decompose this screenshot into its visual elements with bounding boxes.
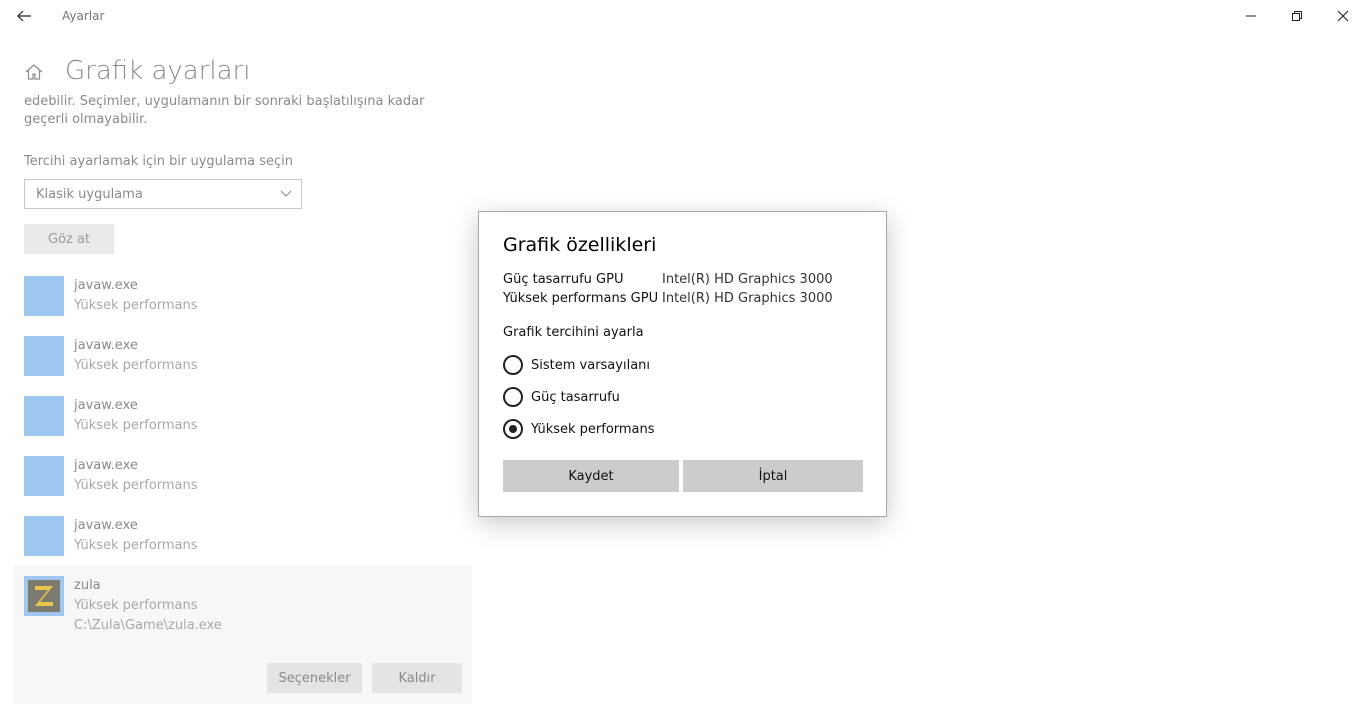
selected-list-item[interactable]: zula Yüksek performans C:\Zula\Game\zula… [14, 566, 472, 704]
list-item[interactable]: javaw.exe Yüksek performans [14, 506, 472, 566]
power-saving-gpu-row: Güç tasarrufu GPU Intel(R) HD Graphics 30… [503, 272, 833, 287]
app-name: zula [74, 578, 101, 593]
app-preference: Yüksek performans [74, 538, 198, 553]
options-button[interactable]: Seçenekler [267, 663, 362, 693]
dropdown-value: Klasik uygulama [36, 187, 143, 202]
cancel-button[interactable]: İptal [683, 460, 863, 492]
app-icon [24, 396, 64, 436]
high-perf-gpu-label: Yüksek performans GPU [503, 291, 659, 306]
graphics-preference-label: Grafik tercihini ayarla [503, 325, 644, 340]
graphics-settings-page: Grafik ayarları edebilir. Seçimler, uygu… [0, 32, 480, 728]
dialog-title: Grafik özellikleri [503, 234, 657, 256]
high-perf-gpu-value: Intel(R) HD Graphics 3000 [662, 291, 833, 306]
restore-icon [1292, 11, 1302, 21]
radio-high-performance[interactable]: Yüksek performans [503, 418, 655, 440]
radio-button-selected[interactable] [503, 419, 523, 439]
radio-label: Güç tasarrufu [531, 389, 620, 405]
radio-system-default[interactable]: Sistem varsayılanı [503, 354, 650, 376]
radio-button[interactable] [503, 355, 523, 375]
minimize-icon [1246, 15, 1256, 17]
app-icon [24, 276, 64, 316]
page-title: Grafik ayarları [65, 56, 251, 86]
minimize-button[interactable] [1228, 0, 1274, 32]
list-item[interactable]: javaw.exe Yüksek performans [14, 326, 472, 386]
browse-button[interactable]: Göz at [24, 224, 114, 254]
power-saving-gpu-value: Intel(R) HD Graphics 3000 [662, 272, 833, 287]
window-title: Ayarlar [62, 9, 105, 23]
app-name: javaw.exe [74, 518, 138, 533]
high-perf-gpu-row: Yüksek performans GPU Intel(R) HD Graphic… [503, 291, 833, 306]
app-list: javaw.exe Yüksek performans javaw.exe Yü… [14, 266, 472, 704]
graphics-properties-dialog: Grafik özellikleri Güç tasarrufu GPU Inte… [478, 211, 887, 517]
arrow-left-icon [17, 10, 31, 22]
radio-power-saving[interactable]: Güç tasarrufu [503, 386, 620, 408]
radio-label: Yüksek performans [531, 421, 655, 437]
page-description: edebilir. Seçimler, uygulamanın bir sonr… [24, 94, 425, 127]
back-button[interactable] [8, 0, 40, 32]
app-preference: Yüksek performans [74, 418, 198, 433]
app-picker-label: Tercihi ayarlamak için bir uygulama seçi… [24, 154, 293, 169]
app-name: javaw.exe [74, 278, 138, 293]
radio-button[interactable] [503, 387, 523, 407]
close-button[interactable] [1320, 0, 1366, 32]
app-name: javaw.exe [74, 338, 138, 353]
app-icon [24, 336, 64, 376]
save-button[interactable]: Kaydet [503, 460, 679, 492]
app-name: javaw.exe [74, 398, 138, 413]
title-bar: Ayarlar [0, 0, 1366, 32]
app-icon [24, 456, 64, 496]
app-type-dropdown[interactable]: Klasik uygulama [24, 179, 302, 209]
list-item[interactable]: javaw.exe Yüksek performans [14, 266, 472, 326]
remove-button[interactable]: Kaldır [372, 663, 462, 693]
app-preference: Yüksek performans [74, 478, 198, 493]
app-path: C:\Zula\Game\zula.exe [74, 618, 222, 633]
app-preference: Yüksek performans [74, 598, 198, 613]
radio-label: Sistem varsayılanı [531, 357, 651, 373]
list-item[interactable]: javaw.exe Yüksek performans [14, 446, 472, 506]
app-preference: Yüksek performans [74, 298, 198, 313]
home-icon[interactable] [24, 62, 44, 82]
close-icon [1337, 10, 1349, 22]
app-name: javaw.exe [74, 458, 138, 473]
list-item[interactable]: javaw.exe Yüksek performans [14, 386, 472, 446]
power-saving-gpu-label: Güç tasarrufu GPU [503, 272, 624, 287]
app-icon [24, 516, 64, 556]
restore-button[interactable] [1274, 0, 1320, 32]
app-preference: Yüksek performans [74, 358, 198, 373]
zula-app-icon [24, 576, 64, 616]
chevron-down-icon [280, 190, 292, 197]
